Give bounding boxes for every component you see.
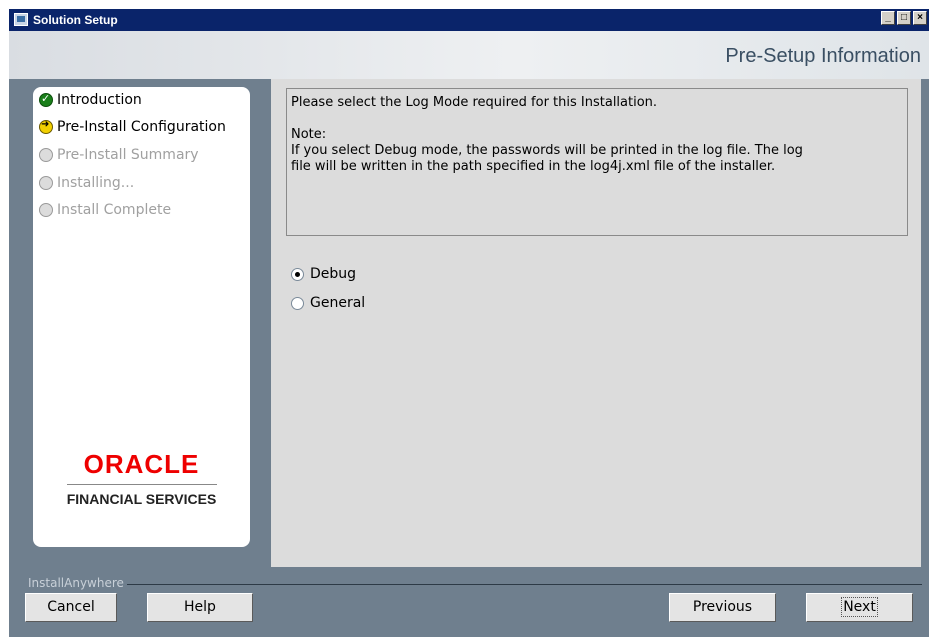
steps-panel: Introduction Pre-Install Configuration P… [33,87,250,547]
installer-window: Solution Setup _ □ × Pre-Setup Informati… [9,9,929,637]
step-label: Introduction [57,92,142,108]
step-pre-install-summary: Pre-Install Summary [39,146,199,164]
footer-divider [127,584,922,585]
close-button[interactable]: × [913,11,927,25]
installanywhere-label: InstallAnywhere [28,576,124,590]
logo-subtitle: FINANCIAL SERVICES [66,491,217,507]
window-controls: _ □ × [879,11,927,25]
logo-divider [66,484,217,485]
step-introduction: Introduction [39,91,142,109]
next-button-label: Next [841,597,878,617]
note-line-2: file will be written in the path specifi… [291,159,776,174]
radio-button-selected[interactable] [291,267,304,281]
step-pre-install-configuration: Pre-Install Configuration [39,118,226,136]
step-install-complete: Install Complete [39,201,171,219]
footer-bar: InstallAnywhere Cancel Help Previous Nex… [9,567,929,637]
previous-button[interactable]: Previous [669,593,776,622]
cancel-button[interactable]: Cancel [25,593,117,622]
logo-brand: ORACLE [83,449,200,479]
pending-circle-icon [39,203,53,217]
info-box: Please select the Log Mode required for … [286,88,908,236]
oracle-logo: ORACLE FINANCIAL SERVICES [33,449,250,507]
content-panel: Please select the Log Mode required for … [271,79,921,567]
note-line-1: If you select Debug mode, the passwords … [291,143,803,158]
radio-label[interactable]: Debug [310,266,356,282]
minimize-button[interactable]: _ [881,11,895,25]
radio-option-general[interactable]: General [291,295,365,311]
help-button[interactable]: Help [147,593,253,622]
step-label: Install Complete [57,202,172,218]
maximize-button[interactable]: □ [897,11,911,25]
help-button-label: Help [184,599,216,615]
radio-option-debug[interactable]: Debug [291,266,356,282]
radio-label[interactable]: General [310,295,365,311]
main-body: Introduction Pre-Install Configuration P… [9,79,929,575]
window-title: Solution Setup [33,13,118,27]
pending-circle-icon [39,148,53,162]
title-bar[interactable]: Solution Setup _ □ × [9,9,929,31]
step-label: Pre-Install Summary [57,147,199,163]
page-heading: Pre-Setup Information [725,45,921,67]
cancel-button-label: Cancel [47,599,95,615]
radio-button[interactable] [291,296,304,310]
pending-circle-icon [39,176,53,190]
previous-button-label: Previous [692,599,753,615]
app-window-icon [14,13,28,26]
checkmark-icon [39,92,53,107]
page-header: Pre-Setup Information [9,31,929,80]
step-installing: Installing... [39,174,134,192]
step-label: Installing... [57,175,135,191]
next-button[interactable]: Next [806,593,913,622]
arrow-right-icon [39,119,53,134]
note-label: Note: [291,127,327,142]
step-label: Pre-Install Configuration [57,119,226,135]
instruction-text: Please select the Log Mode required for … [291,95,658,110]
